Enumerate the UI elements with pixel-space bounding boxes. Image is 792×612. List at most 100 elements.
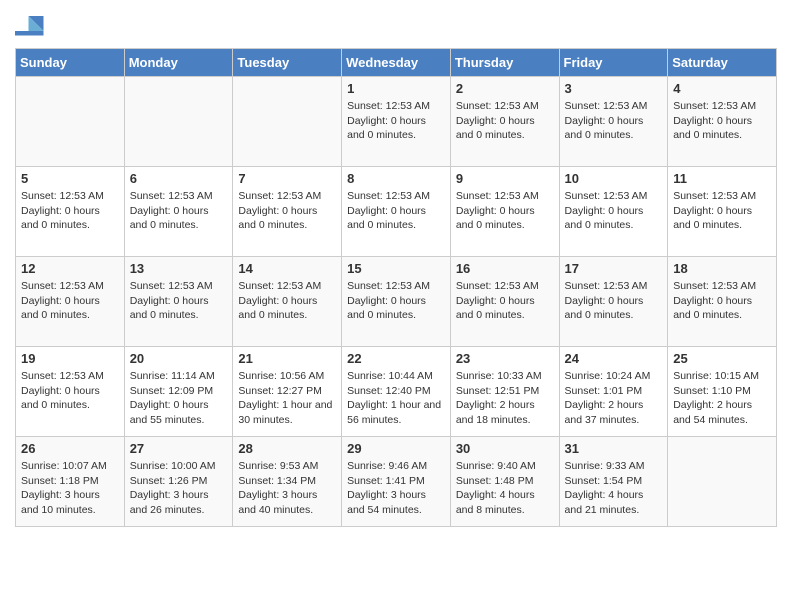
day-number: 18 [673, 261, 771, 276]
day-number: 22 [347, 351, 445, 366]
calendar-cell: 27 Sunrise: 10:00 AM Sunset: 1:26 PM Dayl… [124, 437, 233, 527]
day-info: Sunset: 12:53 AM Daylight: 0 hours and 0… [130, 189, 228, 233]
calendar-cell: 17 Sunset: 12:53 AM Daylight: 0 hours and… [559, 257, 668, 347]
day-number: 27 [130, 441, 228, 456]
day-info: Sunset: 12:53 AM Daylight: 0 hours and 0… [565, 279, 663, 323]
logo [15, 10, 49, 40]
day-info: Sunrise: 10:24 AM Sunset: 1:01 PM Daylig… [565, 369, 663, 428]
calendar-table: SundayMondayTuesdayWednesdayThursdayFrid… [15, 48, 777, 527]
calendar-cell: 22 Sunrise: 10:44 AM Sunset: 12:40 PM Day… [342, 347, 451, 437]
calendar-cell: 2Sunset: 12:53 AM Daylight: 0 hours and … [450, 77, 559, 167]
calendar-week-3: 12 Sunset: 12:53 AM Daylight: 0 hours and… [16, 257, 777, 347]
day-info: Sunset: 12:53 AM Daylight: 0 hours and 0… [456, 279, 554, 323]
day-info: Sunset: 12:53 AM Daylight: 0 hours and 0… [21, 279, 119, 323]
day-info: Sunset: 12:53 AM Daylight: 0 hours and 0… [456, 99, 554, 143]
page-header [15, 10, 777, 40]
calendar-cell: 15Sunset: 12:53 AM Daylight: 0 hours and… [342, 257, 451, 347]
day-number: 5 [21, 171, 119, 186]
day-info: Sunset: 12:53 AM Daylight: 0 hours and 0… [238, 189, 336, 233]
day-number: 21 [238, 351, 336, 366]
day-number: 25 [673, 351, 771, 366]
calendar-cell: 30 Sunrise: 9:40 AM Sunset: 1:48 PM Dayli… [450, 437, 559, 527]
day-number: 3 [565, 81, 663, 96]
weekday-header-wednesday: Wednesday [342, 49, 451, 77]
day-info: Sunset: 12:53 AM Daylight: 0 hours and 0… [565, 189, 663, 233]
calendar-cell: 9Sunset: 12:53 AM Daylight: 0 hours and … [450, 167, 559, 257]
day-number: 15 [347, 261, 445, 276]
day-info: Sunrise: 9:40 AM Sunset: 1:48 PM Dayligh… [456, 459, 554, 518]
weekday-header-sunday: Sunday [16, 49, 125, 77]
day-number: 12 [21, 261, 119, 276]
calendar-week-1: 1 Sunset: 12:53 AM Daylight: 0 hours and … [16, 77, 777, 167]
day-info: Sunrise: 10:33 AM Sunset: 12:51 PM Dayli… [456, 369, 554, 428]
calendar-cell: 12 Sunset: 12:53 AM Daylight: 0 hours and… [16, 257, 125, 347]
calendar-week-4: 19 Sunset: 12:53 AM Daylight: 0 hours and… [16, 347, 777, 437]
day-info: Sunset: 12:53 AM Daylight: 0 hours and 0… [21, 189, 119, 233]
calendar-cell: 8 Sunset: 12:53 AM Daylight: 0 hours and … [342, 167, 451, 257]
day-info: Sunrise: 9:33 AM Sunset: 1:54 PM Dayligh… [565, 459, 663, 518]
day-number: 6 [130, 171, 228, 186]
day-info: Sunrise: 10:44 AM Sunset: 12:40 PM Dayli… [347, 369, 445, 428]
day-number: 9 [456, 171, 554, 186]
calendar-cell [668, 437, 777, 527]
day-number: 14 [238, 261, 336, 276]
day-info: Sunset: 12:53 AM Daylight: 0 hours and 0… [21, 369, 119, 413]
calendar-cell [16, 77, 125, 167]
day-number: 31 [565, 441, 663, 456]
day-info: Sunrise: 10:00 AM Sunset: 1:26 PM Daylig… [130, 459, 228, 518]
day-number: 24 [565, 351, 663, 366]
weekday-header-row: SundayMondayTuesdayWednesdayThursdayFrid… [16, 49, 777, 77]
calendar-cell: 26Sunrise: 10:07 AM Sunset: 1:18 PM Dayl… [16, 437, 125, 527]
page-container: SundayMondayTuesdayWednesdayThursdayFrid… [0, 0, 792, 537]
calendar-cell: 11Sunset: 12:53 AM Daylight: 0 hours and… [668, 167, 777, 257]
calendar-cell: 24 Sunrise: 10:24 AM Sunset: 1:01 PM Dayl… [559, 347, 668, 437]
calendar-cell [233, 77, 342, 167]
day-number: 10 [565, 171, 663, 186]
day-info: Sunset: 12:53 AM Daylight: 0 hours and 0… [238, 279, 336, 323]
day-info: Sunrise: 11:14 AM Sunset: 12:09 PM Dayli… [130, 369, 228, 428]
calendar-cell: 6 Sunset: 12:53 AM Daylight: 0 hours and … [124, 167, 233, 257]
day-info: Sunrise: 10:56 AM Sunset: 12:27 PM Dayli… [238, 369, 336, 428]
day-info: Sunset: 12:53 AM Daylight: 0 hours and 0… [673, 99, 771, 143]
calendar-cell: 23 Sunrise: 10:33 AM Sunset: 12:51 PM Day… [450, 347, 559, 437]
calendar-cell: 1 Sunset: 12:53 AM Daylight: 0 hours and … [342, 77, 451, 167]
calendar-cell: 10 Sunset: 12:53 AM Daylight: 0 hours and… [559, 167, 668, 257]
day-info: Sunset: 12:53 AM Daylight: 0 hours and 0… [673, 279, 771, 323]
day-number: 17 [565, 261, 663, 276]
day-info: Sunset: 12:53 AM Daylight: 0 hours and 0… [347, 189, 445, 233]
weekday-header-friday: Friday [559, 49, 668, 77]
calendar-cell: 19 Sunset: 12:53 AM Daylight: 0 hours and… [16, 347, 125, 437]
calendar-cell: 5 Sunset: 12:53 AM Daylight: 0 hours and … [16, 167, 125, 257]
weekday-header-monday: Monday [124, 49, 233, 77]
day-number: 19 [21, 351, 119, 366]
day-number: 30 [456, 441, 554, 456]
day-number: 16 [456, 261, 554, 276]
calendar-week-5: 26Sunrise: 10:07 AM Sunset: 1:18 PM Dayl… [16, 437, 777, 527]
day-info: Sunrise: 9:46 AM Sunset: 1:41 PM Dayligh… [347, 459, 445, 518]
day-number: 20 [130, 351, 228, 366]
calendar-cell: 25 Sunrise: 10:15 AM Sunset: 1:10 PM Dayl… [668, 347, 777, 437]
logo-icon [15, 10, 45, 40]
day-number: 23 [456, 351, 554, 366]
calendar-cell: 28Sunrise: 9:53 AM Sunset: 1:34 PM Dayli… [233, 437, 342, 527]
weekday-header-saturday: Saturday [668, 49, 777, 77]
day-info: Sunset: 12:53 AM Daylight: 0 hours and 0… [347, 99, 445, 143]
calendar-cell: 3 Sunset: 12:53 AM Daylight: 0 hours and … [559, 77, 668, 167]
day-info: Sunset: 12:53 AM Daylight: 0 hours and 0… [565, 99, 663, 143]
calendar-cell: 13Sunset: 12:53 AM Daylight: 0 hours and… [124, 257, 233, 347]
calendar-cell: 29 Sunrise: 9:46 AM Sunset: 1:41 PM Dayli… [342, 437, 451, 527]
day-number: 26 [21, 441, 119, 456]
day-number: 11 [673, 171, 771, 186]
calendar-cell: 31 Sunrise: 9:33 AM Sunset: 1:54 PM Dayli… [559, 437, 668, 527]
calendar-week-2: 5 Sunset: 12:53 AM Daylight: 0 hours and … [16, 167, 777, 257]
day-number: 4 [673, 81, 771, 96]
day-info: Sunrise: 9:53 AM Sunset: 1:34 PM Dayligh… [238, 459, 336, 518]
calendar-cell: 21 Sunrise: 10:56 AM Sunset: 12:27 PM Day… [233, 347, 342, 437]
weekday-header-tuesday: Tuesday [233, 49, 342, 77]
day-number: 29 [347, 441, 445, 456]
calendar-cell: 14 Sunset: 12:53 AM Daylight: 0 hours and… [233, 257, 342, 347]
calendar-cell: 20 Sunrise: 11:14 AM Sunset: 12:09 PM Day… [124, 347, 233, 437]
day-number: 8 [347, 171, 445, 186]
day-number: 1 [347, 81, 445, 96]
day-info: Sunrise: 10:15 AM Sunset: 1:10 PM Daylig… [673, 369, 771, 428]
